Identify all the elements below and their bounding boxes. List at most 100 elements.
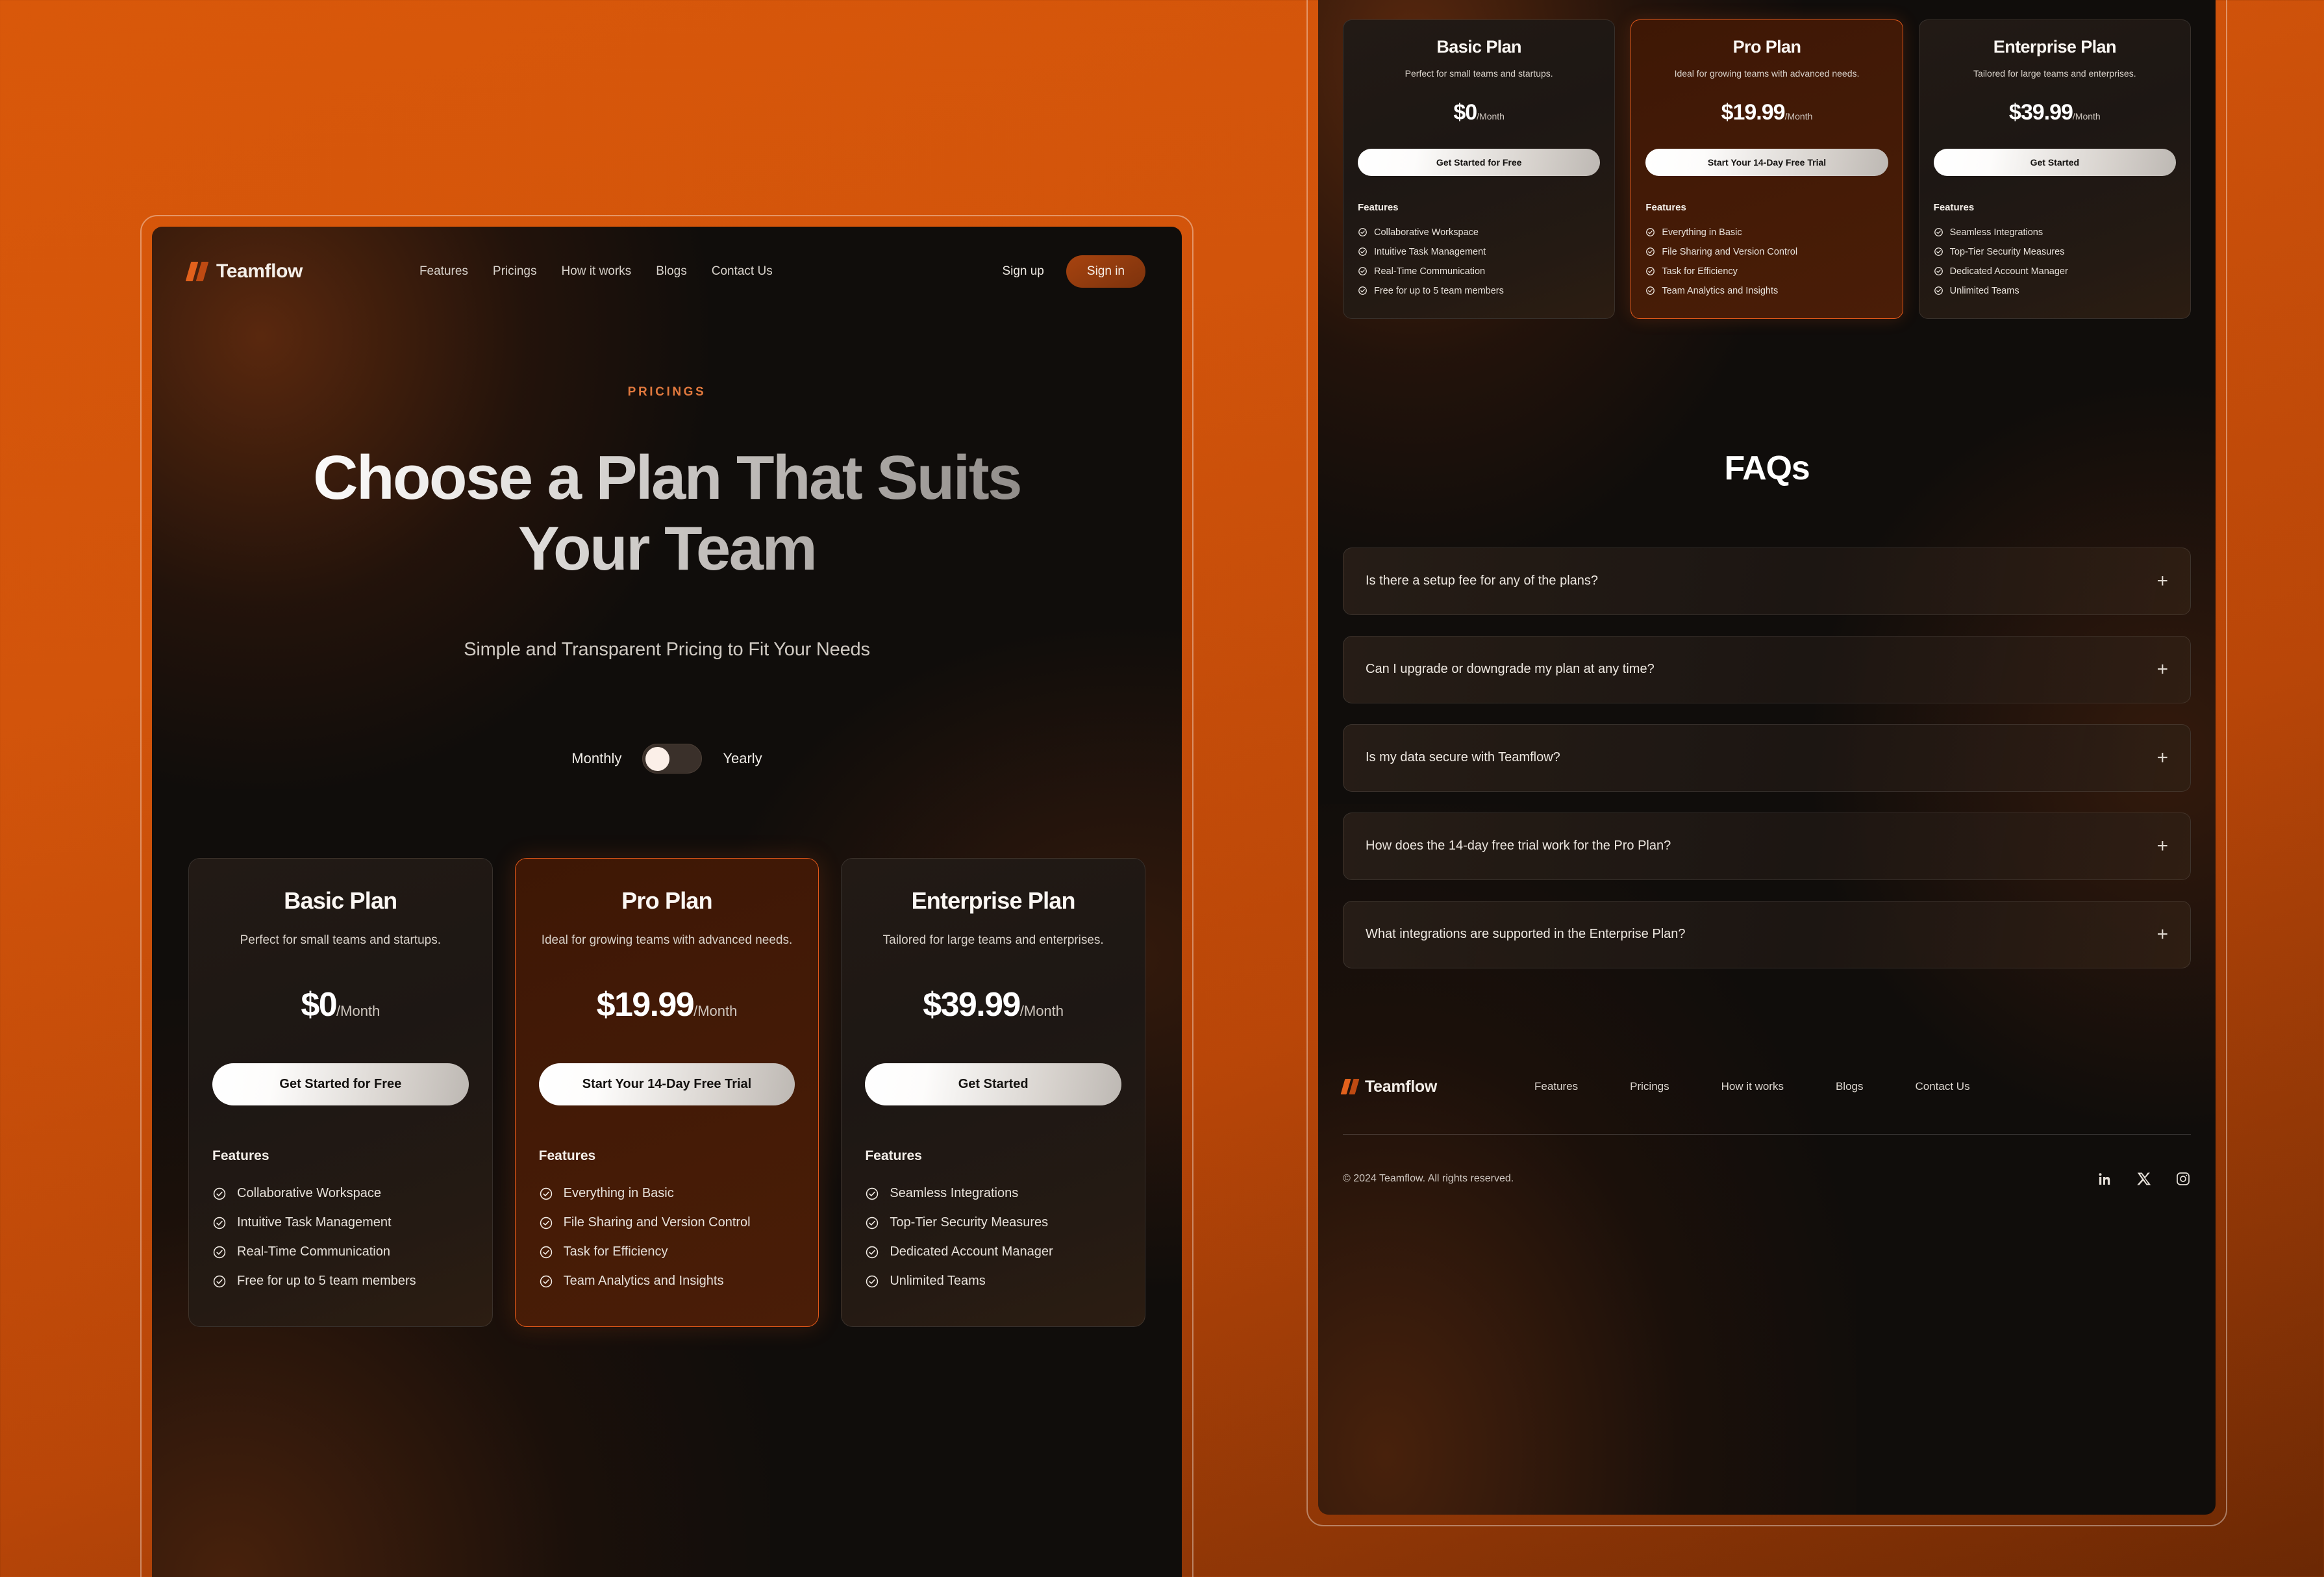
feature-label: Intuitive Task Management xyxy=(237,1215,392,1230)
feature-label: Team Analytics and Insights xyxy=(563,1274,724,1289)
plan-cta-button[interactable]: Get Started for Free xyxy=(1358,148,1601,176)
pricing-card-basic-secondary: Basic Plan Perfect for small teams and s… xyxy=(1343,19,1616,319)
brand-logo[interactable]: Teamflow xyxy=(185,260,303,283)
sign-up-link[interactable]: Sign up xyxy=(1002,264,1043,279)
social-links xyxy=(2097,1171,2191,1187)
feature-item: Real-Time Communication xyxy=(1358,266,1600,277)
footer-link-how-it-works[interactable]: How it works xyxy=(1721,1080,1784,1093)
linkedin-icon[interactable] xyxy=(2097,1171,2113,1187)
plan-price-period: /Month xyxy=(2072,110,2101,121)
pricing-card-pro-secondary: Pro Plan Ideal for growing teams with ad… xyxy=(1631,19,1903,319)
hero-subtitle: Simple and Transparent Pricing to Fit Yo… xyxy=(464,638,870,660)
billing-period-switch[interactable] xyxy=(642,743,703,774)
pricing-cards-grid: Basic Plan Perfect for small teams and s… xyxy=(152,774,1182,1328)
feature-label: Intuitive Task Management xyxy=(1374,246,1486,257)
plan-price: $39.99/Month xyxy=(1934,100,2176,125)
x-twitter-icon[interactable] xyxy=(2136,1171,2152,1187)
plan-name: Pro Plan xyxy=(1732,37,1801,57)
pricing-card-basic: Basic Plan Perfect for small teams and s… xyxy=(188,857,493,1328)
nav-link-contact-us[interactable]: Contact Us xyxy=(712,264,773,279)
plan-cta-button[interactable]: Start Your 14-Day Free Trial xyxy=(1645,148,1888,176)
plan-description: Perfect for small teams and startups. xyxy=(1405,68,1553,79)
plan-name: Enterprise Plan xyxy=(1993,37,2117,57)
nav-link-pricings[interactable]: Pricings xyxy=(493,264,537,279)
footer-divider xyxy=(1343,1133,2191,1135)
check-circle-icon xyxy=(212,1216,227,1230)
copyright-text: © 2024 Teamflow. All rights reserved. xyxy=(1343,1172,1514,1184)
plan-features-label: Features xyxy=(212,1148,269,1164)
check-circle-icon xyxy=(1358,266,1368,276)
feature-label: Top-Tier Security Measures xyxy=(1949,246,2065,257)
feature-label: Everything in Basic xyxy=(563,1186,674,1201)
faq-question: Is my data secure with Teamflow? xyxy=(1366,750,1560,765)
check-circle-icon xyxy=(1645,286,1655,296)
primary-nav: Features Pricings How it works Blogs Con… xyxy=(419,264,773,279)
check-circle-icon xyxy=(1934,247,1943,257)
billing-period-toggle-group: Monthly Yearly xyxy=(152,743,1182,774)
plus-icon[interactable]: + xyxy=(2156,571,2168,591)
faq-accordion: Is there a setup fee for any of the plan… xyxy=(1343,547,2191,968)
plan-cta-button[interactable]: Get Started for Free xyxy=(212,1063,469,1106)
brand-name: Teamflow xyxy=(216,260,303,282)
footer-brand-logo[interactable]: Teamflow xyxy=(1340,1077,1438,1096)
check-circle-icon xyxy=(865,1187,879,1201)
footer-link-features[interactable]: Features xyxy=(1534,1080,1578,1093)
check-circle-icon xyxy=(539,1274,553,1289)
nav-link-features[interactable]: Features xyxy=(419,264,468,279)
feature-label: Team Analytics and Insights xyxy=(1662,285,1779,296)
plan-name: Basic Plan xyxy=(284,887,397,914)
check-circle-icon xyxy=(1934,286,1943,296)
check-circle-icon xyxy=(1934,266,1943,276)
plus-icon[interactable]: + xyxy=(2156,748,2168,768)
feature-label: File Sharing and Version Control xyxy=(563,1215,751,1230)
plan-price: $0/Month xyxy=(212,985,469,1024)
feature-item: Intuitive Task Management xyxy=(212,1215,469,1230)
plan-name: Basic Plan xyxy=(1436,37,1521,57)
plan-description: Ideal for growing teams with advanced ne… xyxy=(1674,68,1860,79)
nav-link-blogs[interactable]: Blogs xyxy=(656,264,687,279)
plan-features-label: Features xyxy=(538,1148,596,1164)
plan-description: Tailored for large teams and enterprises… xyxy=(882,933,1104,947)
plus-icon[interactable]: + xyxy=(2156,659,2168,679)
check-circle-icon xyxy=(1934,227,1943,237)
feature-item: Unlimited Teams xyxy=(865,1274,1121,1289)
faq-item[interactable]: Can I upgrade or downgrade my plan at an… xyxy=(1343,635,2191,703)
check-circle-icon xyxy=(1645,266,1655,276)
feature-item: Top-Tier Security Measures xyxy=(1934,247,2176,257)
faq-item[interactable]: Is my data secure with Teamflow? + xyxy=(1343,724,2191,792)
plan-price: $39.99/Month xyxy=(865,985,1121,1024)
instagram-icon[interactable] xyxy=(2175,1171,2191,1187)
faq-item[interactable]: What integrations are supported in the E… xyxy=(1343,900,2191,968)
faq-question: Can I upgrade or downgrade my plan at an… xyxy=(1366,662,1655,677)
faq-question: What integrations are supported in the E… xyxy=(1366,927,1686,942)
plan-price: $19.99/Month xyxy=(539,985,795,1024)
feature-label: Task for Efficiency xyxy=(1662,266,1738,277)
feature-label: Free for up to 5 team members xyxy=(237,1274,416,1289)
plus-icon[interactable]: + xyxy=(2156,836,2168,856)
sign-in-button[interactable]: Sign in xyxy=(1066,255,1145,288)
section-eyebrow: PRICINGS xyxy=(627,385,706,399)
right-preview-panel: Basic Plan Perfect for small teams and s… xyxy=(1306,0,2227,1526)
plan-features-label: Features xyxy=(1645,201,1686,213)
nav-link-how-it-works[interactable]: How it works xyxy=(562,264,632,279)
feature-item: Real-Time Communication xyxy=(212,1244,469,1259)
footer-link-blogs[interactable]: Blogs xyxy=(1836,1080,1864,1093)
plan-cta-button[interactable]: Get Started xyxy=(865,1063,1121,1106)
feature-label: Everything in Basic xyxy=(1662,227,1742,238)
pricing-cards-grid-secondary: Basic Plan Perfect for small teams and s… xyxy=(1318,0,2216,319)
feature-item: Unlimited Teams xyxy=(1934,286,2176,296)
billing-monthly-label[interactable]: Monthly xyxy=(571,750,621,767)
billing-yearly-label[interactable]: Yearly xyxy=(723,750,762,767)
feature-item: File Sharing and Version Control xyxy=(539,1215,795,1230)
footer-top-row: Teamflow Features Pricings How it works … xyxy=(1340,1077,2191,1096)
plan-features-list: Collaborative Workspace Intuitive Task M… xyxy=(1358,227,1600,296)
footer-brand-name: Teamflow xyxy=(1365,1077,1438,1096)
faq-item[interactable]: Is there a setup fee for any of the plan… xyxy=(1343,547,2191,615)
footer-link-pricings[interactable]: Pricings xyxy=(1630,1080,1669,1093)
plus-icon[interactable]: + xyxy=(2156,924,2168,944)
plan-cta-button[interactable]: Get Started xyxy=(1933,148,2176,176)
feature-item: Free for up to 5 team members xyxy=(212,1274,469,1289)
footer-link-contact-us[interactable]: Contact Us xyxy=(1916,1080,1970,1093)
plan-cta-button[interactable]: Start Your 14-Day Free Trial xyxy=(538,1063,795,1106)
faq-item[interactable]: How does the 14-day free trial work for … xyxy=(1343,812,2191,880)
